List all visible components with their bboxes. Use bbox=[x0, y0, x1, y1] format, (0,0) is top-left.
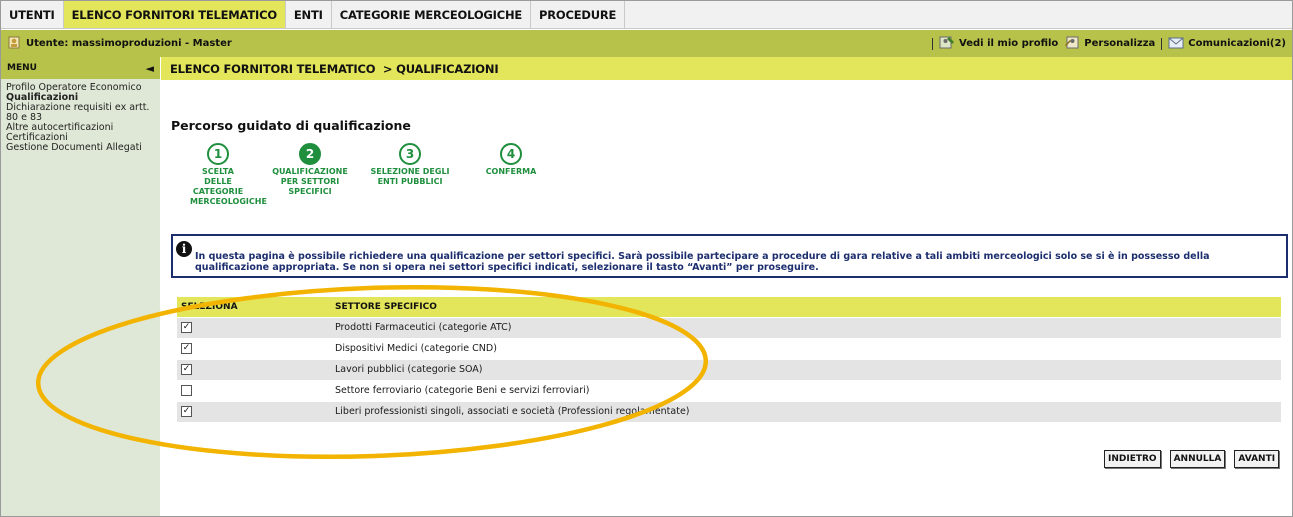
column-header-settore: SETTORE SPECIFICO bbox=[331, 297, 1281, 317]
tab-procedure[interactable]: PROCEDURE bbox=[531, 1, 626, 28]
user-icon bbox=[7, 35, 21, 52]
info-icon: i bbox=[176, 241, 192, 257]
profile-link-label: Vedi il mio profilo bbox=[959, 38, 1059, 49]
settori-table: SELEZIONA SETTORE SPECIFICO ✓ Prodotti F… bbox=[177, 297, 1281, 422]
top-navigation: UTENTI ELENCO FORNITORI TELEMATICO ENTI … bbox=[1, 1, 1292, 29]
back-button[interactable]: INDIETRO bbox=[1104, 450, 1161, 468]
tab-enti[interactable]: ENTI bbox=[286, 1, 332, 28]
step-number: 4 bbox=[500, 143, 522, 165]
communications-link[interactable]: Comunicazioni(2) bbox=[1168, 36, 1286, 52]
info-text: In questa pagina è possibile richiedere … bbox=[195, 251, 1210, 273]
step-label: SELEZIONE DEGLI ENTI PUBBLICI bbox=[370, 167, 450, 186]
table-row: ✓ Liberi professionisti singoli, associa… bbox=[177, 400, 1281, 422]
tab-utenti[interactable]: UTENTI bbox=[1, 1, 64, 28]
select-checkbox[interactable]: ✓ bbox=[181, 364, 192, 375]
select-cell: ✓ bbox=[177, 400, 331, 422]
select-cell: ✓ bbox=[177, 358, 331, 380]
tab-elenco-fornitori-telematico[interactable]: ELENCO FORNITORI TELEMATICO bbox=[63, 1, 286, 28]
wizard-step-4[interactable]: 4 CONFERMA bbox=[471, 143, 551, 177]
user-info: Utente: massimoproduzioni - Master bbox=[1, 35, 232, 52]
step-number: 2 bbox=[299, 143, 321, 165]
wizard-step-2[interactable]: 2 QUALIFICAZIONE PER SETTORI SPECIFICI bbox=[270, 143, 350, 197]
sidebar-item-documenti[interactable]: Gestione Documenti Allegati bbox=[6, 143, 160, 153]
breadcrumb: ELENCO FORNITORI TELEMATICO > QUALIFICAZ… bbox=[161, 57, 1292, 80]
menu-title: MENU bbox=[7, 63, 37, 73]
settore-cell: Settore ferroviario (categorie Beni e se… bbox=[331, 379, 1281, 401]
tab-categorie-merceologiche[interactable]: CATEGORIE MERCEOLOGICHE bbox=[332, 1, 532, 28]
action-buttons: INDIETRO ANNULLA AVANTI bbox=[1104, 450, 1280, 468]
mail-icon bbox=[1168, 36, 1184, 52]
wizard-title: Percorso guidato di qualificazione bbox=[171, 118, 411, 133]
collapse-arrow-icon[interactable]: ◄ bbox=[146, 62, 154, 75]
column-header-seleziona: SELEZIONA bbox=[177, 297, 331, 317]
personalize-icon bbox=[1064, 35, 1080, 52]
sidebar: MENU ◄ Profilo Operatore Economico Quali… bbox=[1, 57, 160, 516]
step-label: CONFERMA bbox=[485, 167, 537, 176]
step-label: QUALIFICAZIONE PER SETTORI SPECIFICI bbox=[272, 167, 348, 196]
user-label: Utente: massimoproduzioni - Master bbox=[26, 38, 232, 49]
select-cell: ✓ bbox=[177, 316, 331, 338]
personalize-link[interactable]: Personalizza bbox=[1064, 35, 1155, 52]
settore-cell: Lavori pubblici (categorie SOA) bbox=[331, 358, 1281, 380]
personalize-link-label: Personalizza bbox=[1084, 38, 1156, 49]
select-cell: ✓ bbox=[177, 337, 331, 359]
settore-cell: Liberi professionisti singoli, associati… bbox=[331, 400, 1281, 422]
user-bar: Utente: massimoproduzioni - Master Vedi … bbox=[1, 30, 1292, 57]
step-label: SCELTA DELLE CATEGORIE MERCEOLOGICHE bbox=[190, 167, 267, 206]
menu-header: MENU ◄ bbox=[1, 57, 160, 79]
next-button[interactable]: AVANTI bbox=[1234, 450, 1280, 468]
select-checkbox[interactable]: ✓ bbox=[181, 343, 192, 354]
table-row: ✓ Dispositivi Medici (categorie CND) bbox=[177, 337, 1281, 359]
table-row: Settore ferroviario (categorie Beni e se… bbox=[177, 379, 1281, 401]
cancel-button[interactable]: ANNULLA bbox=[1169, 450, 1226, 468]
settore-cell: Dispositivi Medici (categorie CND) bbox=[331, 337, 1281, 359]
select-checkbox[interactable] bbox=[181, 385, 192, 396]
select-cell bbox=[177, 379, 331, 401]
user-links: Vedi il mio profilo Personalizza Comunic… bbox=[932, 35, 1292, 52]
menu-items: Profilo Operatore Economico Qualificazio… bbox=[1, 79, 160, 153]
profile-icon bbox=[939, 35, 955, 52]
table-header-row: SELEZIONA SETTORE SPECIFICO bbox=[177, 297, 1281, 317]
select-checkbox[interactable]: ✓ bbox=[181, 322, 192, 333]
breadcrumb-text: ELENCO FORNITORI TELEMATICO > QUALIFICAZ… bbox=[170, 61, 499, 76]
communications-link-label: Comunicazioni(2) bbox=[1188, 38, 1286, 49]
info-box: i In questa pagina è possibile richieder… bbox=[171, 234, 1288, 278]
step-number: 3 bbox=[399, 143, 421, 165]
wizard-step-1[interactable]: 1 SCELTA DELLE CATEGORIE MERCEOLOGICHE bbox=[178, 143, 267, 207]
step-number: 1 bbox=[207, 143, 229, 165]
separator bbox=[932, 37, 934, 50]
table-row: ✓ Lavori pubblici (categorie SOA) bbox=[177, 358, 1281, 380]
separator bbox=[1161, 37, 1163, 50]
wizard-step-3[interactable]: 3 SELEZIONE DEGLI ENTI PUBBLICI bbox=[370, 143, 450, 187]
profile-link[interactable]: Vedi il mio profilo bbox=[939, 35, 1058, 52]
select-checkbox[interactable]: ✓ bbox=[181, 406, 192, 418]
table-row: ✓ Prodotti Farmaceutici (categorie ATC) bbox=[177, 316, 1281, 338]
settore-cell: Prodotti Farmaceutici (categorie ATC) bbox=[331, 316, 1281, 338]
